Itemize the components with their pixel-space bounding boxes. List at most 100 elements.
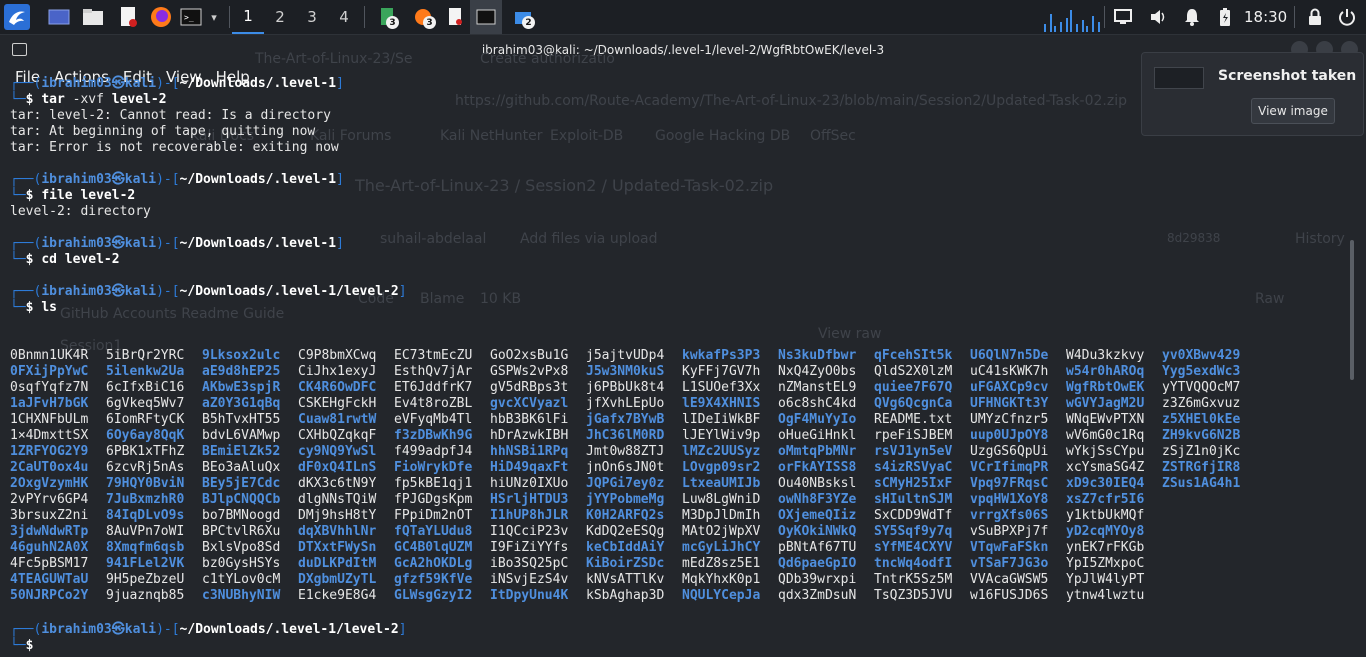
text-editor-icon [121, 7, 137, 27]
power-icon[interactable] [1338, 8, 1356, 26]
file-entry: fp5kBE1qj1 [394, 476, 473, 491]
prompt-bracket: ┌──( [10, 76, 42, 91]
command-name: ls [41, 300, 57, 315]
lock-icon[interactable] [1308, 8, 1322, 26]
directory-entry: kwkafPs3P3 [682, 348, 761, 363]
prompt-cwd: ~/Downloads/.level-1 [179, 236, 337, 251]
screenshot-notification[interactable]: Screenshot taken View image [1141, 52, 1364, 136]
file-entry: 1CHXNFbULm [10, 412, 89, 427]
directory-entry: gfzf59KfVe [394, 572, 473, 587]
prompt-bracket: ] [398, 622, 407, 637]
directory-entry: cy9NQ9YwSl [298, 444, 377, 459]
directory-entry: SY5Sqf9y7q [874, 524, 953, 539]
bell-icon[interactable] [1184, 8, 1200, 26]
prompt-line: ┌──(ibrahim03㉿kali)-[~/Downloads/.level-… [10, 172, 407, 188]
output-line: tar: At beginning of tape, quitting now [10, 124, 316, 139]
final-prompt[interactable]: ┌──(ibrahim03㉿kali)-[~/Downloads/.level-… [10, 622, 407, 638]
file-entry: gV5dRBps3t [490, 380, 569, 395]
prompt-bracket: ┌──( [10, 622, 42, 637]
prompt-bracket: ] [336, 172, 344, 187]
directory-entry: owNh8F3YZe [778, 492, 857, 507]
file-entry: EsthQv7jAr [394, 364, 473, 379]
directory-entry: ZSus1AG4h1 [1162, 476, 1241, 491]
task-group-browser[interactable]: 3 [408, 0, 438, 34]
ghost-bookmark: Kali NetHunter [440, 128, 543, 144]
command-arg: level-2 [111, 92, 167, 107]
prompt-bracket: ] [398, 284, 407, 299]
file-entry: bz0GysHSYs [202, 556, 281, 571]
file-entry: 6zcvRj5nAs [106, 460, 185, 475]
task-count-badge: 2 [522, 16, 535, 29]
directory-entry: LtxeaUMIJb [682, 476, 761, 491]
workspace-1[interactable]: 1 [232, 0, 264, 34]
directory-entry: JhC36lM0RD [586, 428, 665, 443]
battery-icon[interactable] [1219, 7, 1231, 27]
file-entry: EC73tmEcZU [394, 348, 473, 363]
ghost-size: 10 KB [480, 291, 522, 307]
workspace-3[interactable]: 3 [296, 0, 328, 34]
directory-entry: uup0UJpOY8 [970, 428, 1049, 443]
file-entry: E1cke9E8G4 [298, 588, 377, 603]
directory-entry: sCMyH25IxF [874, 476, 953, 491]
directory-entry: uFGAXCp9cv [970, 380, 1049, 395]
show-desktop-button[interactable] [46, 0, 72, 34]
command-arg: level-2 [64, 252, 120, 267]
ghost-bookmark: Google Hacking DB [655, 128, 791, 144]
prompt-bracket: )-[ [156, 76, 180, 91]
workspace-4[interactable]: 4 [328, 0, 360, 34]
directory-entry: 7JuBxmzhR0 [106, 492, 185, 507]
text-editor-icon [449, 8, 462, 25]
file-entry: Ev4t8roZBL [394, 396, 473, 411]
panel-divider [1294, 6, 1295, 28]
display-icon[interactable] [1114, 9, 1132, 25]
directory-entry: duDLKPdItM [298, 556, 377, 571]
command-line: └─$ cd level-2 [10, 252, 407, 268]
volume-icon[interactable] [1149, 8, 1167, 26]
file-manager-button[interactable] [80, 0, 106, 34]
kali-menu-button[interactable] [0, 0, 34, 34]
ghost-commit: Add files via upload [520, 231, 658, 247]
task-text-editor[interactable] [442, 0, 468, 34]
command-line: └─$ file level-2 [10, 188, 407, 204]
directory-entry: BJlpCNQQCb [202, 492, 281, 507]
directory-entry: GcA2hOKDLg [394, 556, 473, 571]
svg-text:>_: >_ [184, 13, 194, 22]
task-count-badge: 3 [386, 16, 399, 29]
terminal-output[interactable]: ┌──(ibrahim03㉿kali)-[~/Downloads/.level-… [10, 76, 407, 316]
prompt-arrow: └─$ [10, 638, 34, 653]
file-entry: hDrAzwkIBH [490, 428, 569, 443]
terminal-scrollbar[interactable] [1350, 240, 1354, 380]
ghost-commit-hash: 8d29838 [1167, 231, 1221, 245]
terminal-launcher-button[interactable]: >_ [179, 0, 203, 34]
firefox-button[interactable] [148, 0, 174, 34]
prompt-dollar: $ [25, 300, 42, 315]
directory-entry: 84IqDLvO9s [106, 508, 185, 523]
file-entry: z3Z6mGxvuz [1162, 396, 1241, 411]
text-editor-button[interactable] [115, 0, 141, 34]
directory-entry: Vpq97FRqsC [970, 476, 1049, 491]
view-image-button[interactable]: View image [1251, 98, 1335, 124]
prompt-bracket: ] [336, 76, 344, 91]
file-entry: Ou40NBsksl [778, 476, 857, 491]
ghost-bookmark: OffSec [810, 128, 856, 144]
command-arg: level-2 [80, 188, 136, 203]
ghost-history: History [1295, 231, 1345, 247]
panel-divider [364, 6, 365, 28]
task-terminal-active[interactable] [470, 0, 502, 34]
directory-entry: mcGyLiJhCY [682, 540, 761, 555]
file-entry: SxCDD9WdTf [874, 508, 953, 523]
clock[interactable]: 18:30 [1244, 0, 1287, 34]
file-entry: jnOn6sJN0t [586, 460, 665, 475]
file-entry: wV6mG0c1Rq [1066, 428, 1145, 443]
file-entry: rpeFiSJBEM [874, 428, 953, 443]
file-entry: 2vPYrv6GP4 [10, 492, 89, 507]
task-group-files[interactable]: 2 [508, 0, 538, 34]
file-entry: M3DpJlDmIh [682, 508, 761, 523]
task-group-editor[interactable]: 3 [372, 0, 402, 34]
workspace-2[interactable]: 2 [264, 0, 296, 34]
prompt-bracket: )-[ [156, 284, 180, 299]
directory-entry: 4TEAGUWTaU [10, 572, 89, 587]
chevron-down-icon[interactable]: ▾ [205, 0, 223, 34]
